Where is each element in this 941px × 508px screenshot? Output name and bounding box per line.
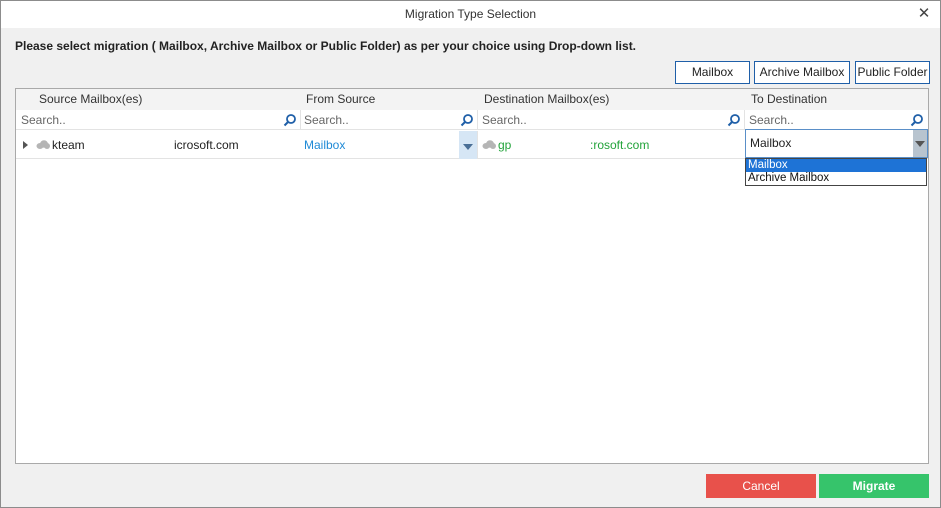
option-mailbox[interactable]: Mailbox xyxy=(746,159,926,172)
window-title: Migration Type Selection xyxy=(404,7,537,21)
from-source-select[interactable]: Mailbox xyxy=(302,131,478,159)
search-placeholder: Search.. xyxy=(749,113,794,127)
dropdown-arrow-icon[interactable] xyxy=(459,131,477,159)
dropdown-arrow-icon[interactable] xyxy=(913,130,927,157)
source-mailbox-name: kteam xyxy=(52,138,85,152)
column-to-destination[interactable]: To Destination xyxy=(751,89,827,110)
search-placeholder: Search.. xyxy=(304,113,349,127)
column-from-source[interactable]: From Source xyxy=(306,89,375,110)
to-destination-options: Mailbox Archive Mailbox xyxy=(745,158,927,186)
mailbox-button[interactable]: Mailbox xyxy=(675,61,750,84)
cancel-button[interactable]: Cancel xyxy=(706,474,816,498)
option-archive-mailbox[interactable]: Archive Mailbox xyxy=(746,172,926,185)
search-icon[interactable] xyxy=(910,113,924,127)
column-destination-mailbox[interactable]: Destination Mailbox(es) xyxy=(484,89,609,110)
grid-header: Source Mailbox(es) From Source Destinati… xyxy=(16,89,928,110)
archive-mailbox-button[interactable]: Archive Mailbox xyxy=(754,61,850,84)
public-folder-button[interactable]: Public Folder xyxy=(855,61,930,84)
source-mailbox-domain: icrosoft.com xyxy=(174,138,239,152)
to-destination-value: Mailbox xyxy=(750,136,792,150)
mailbox-grid: Source Mailbox(es) From Source Destinati… xyxy=(15,88,929,464)
search-icon[interactable] xyxy=(460,113,474,127)
cloud-icon xyxy=(36,140,50,149)
to-destination-select[interactable]: Mailbox xyxy=(745,129,928,158)
destination-mailbox-name: gp xyxy=(498,138,512,152)
from-source-value: Mailbox xyxy=(304,138,346,152)
destination-search-input[interactable]: Search.. xyxy=(480,110,745,130)
instruction-text: Please select migration ( Mailbox, Archi… xyxy=(15,39,637,53)
search-row: Search.. Search.. Search.. Search.. xyxy=(16,110,928,130)
dialog-content: Please select migration ( Mailbox, Archi… xyxy=(1,28,940,507)
search-icon[interactable] xyxy=(283,113,297,127)
search-placeholder: Search.. xyxy=(21,113,66,127)
search-icon[interactable] xyxy=(727,113,741,127)
cloud-icon xyxy=(482,140,496,149)
from-source-search-input[interactable]: Search.. xyxy=(302,110,478,130)
close-icon[interactable]: ✕ xyxy=(916,6,932,22)
migrate-button[interactable]: Migrate xyxy=(819,474,929,498)
search-placeholder: Search.. xyxy=(482,113,527,127)
migration-dialog: Migration Type Selection ✕ Please select… xyxy=(0,0,941,508)
destination-mailbox-domain: :rosoft.com xyxy=(590,138,650,152)
source-search-input[interactable]: Search.. xyxy=(19,110,301,130)
column-source-mailbox[interactable]: Source Mailbox(es) xyxy=(39,89,142,110)
expand-arrow-icon[interactable] xyxy=(23,141,28,149)
to-destination-search-input[interactable]: Search.. xyxy=(747,110,927,130)
